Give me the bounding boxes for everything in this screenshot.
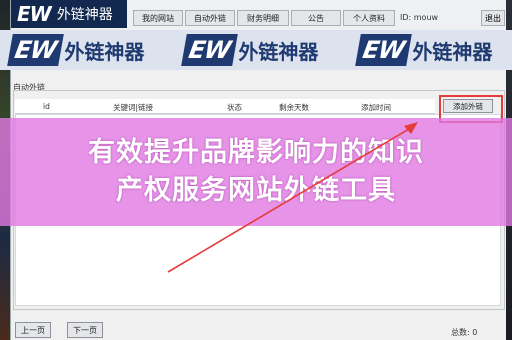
col-status[interactable]: 状态 <box>227 102 242 113</box>
total-count: 总数: 0 <box>451 328 478 337</box>
menu-finance[interactable]: 财务明细 <box>237 10 289 26</box>
app-logo: EW 外链神器 <box>11 0 127 28</box>
col-days-left[interactable]: 剩余天数 <box>279 102 309 113</box>
banner-tile: EW 外链神器 <box>0 30 164 70</box>
headline-line-1: 有效提升品牌影响力的知识 <box>88 137 424 168</box>
col-id[interactable]: id <box>43 102 50 111</box>
menu-bar: EW 外链神器 我的网站 自动外链 财务明细 公告 个人资料 ID: mouw … <box>11 0 506 31</box>
menu-announcements[interactable]: 公告 <box>291 10 341 26</box>
banner-mark: EW <box>180 34 238 66</box>
banner-tile: EW 外链神器 <box>338 30 512 70</box>
banner-name: 外链神器 <box>238 39 319 64</box>
banner-name: 外链神器 <box>412 39 493 64</box>
logo-mark: EW <box>17 2 52 26</box>
banner-tile: EW 外链神器 <box>164 30 338 70</box>
table-header: id 关键词|链接 状态 剩余天数 添加时间 <box>15 99 435 114</box>
user-id-label: ID: mouw <box>400 13 439 22</box>
banner-mark: EW <box>6 34 64 66</box>
menu-profile[interactable]: 个人资料 <box>343 10 395 26</box>
exit-button[interactable]: 退出 <box>481 10 505 26</box>
next-page-button[interactable]: 下一页 <box>67 322 103 338</box>
menu-my-sites[interactable]: 我的网站 <box>133 10 183 26</box>
headline-line-2: 产权服务网站外链工具 <box>116 175 396 206</box>
banner-name: 外链神器 <box>64 39 145 64</box>
prev-page-button[interactable]: 上一页 <box>15 322 51 338</box>
logo-name: 外链神器 <box>56 7 113 23</box>
watermark-banner: EW 外链神器 EW 外链神器 EW 外链神器 <box>0 30 512 70</box>
headline-overlay: 有效提升品牌影响力的知识 产权服务网站外链工具 <box>0 118 512 226</box>
col-keyword-link[interactable]: 关键词|链接 <box>113 102 153 113</box>
footer-bar: 上一页 下一页 总数: 0 <box>11 318 506 340</box>
banner-mark: EW <box>354 34 412 66</box>
col-added-time[interactable]: 添加时间 <box>361 102 391 113</box>
menu-auto-links[interactable]: 自动外链 <box>185 10 235 26</box>
